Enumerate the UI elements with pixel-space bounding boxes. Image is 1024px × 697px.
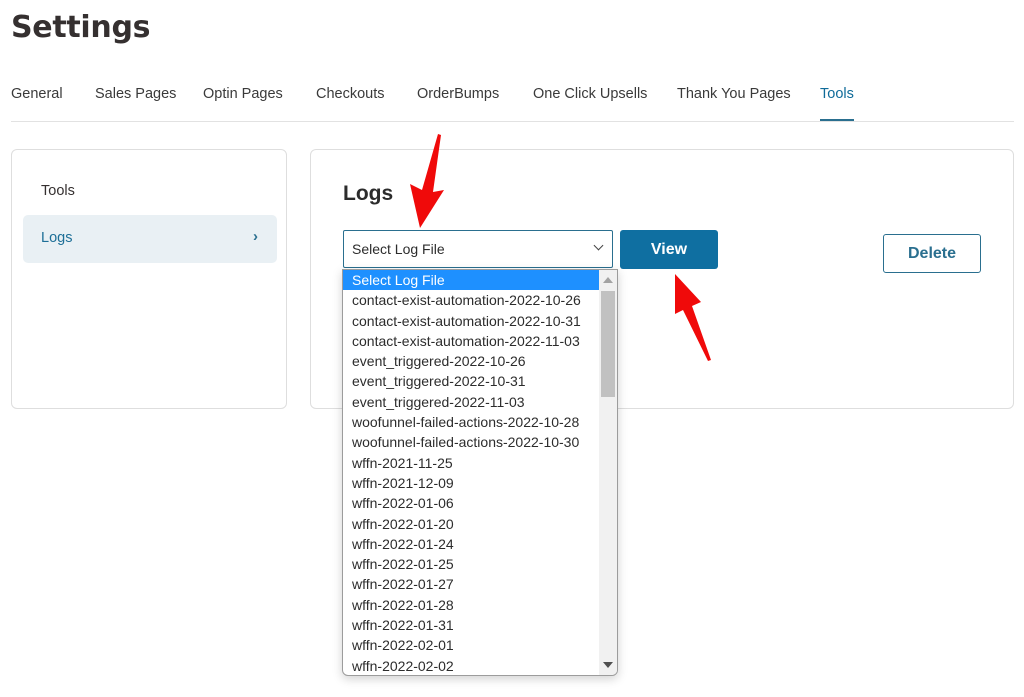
log-file-dropdown: Select Log File contact-exist-automation-… [342, 269, 618, 676]
log-file-options: Select Log File contact-exist-automation-… [343, 270, 599, 675]
sidebar-heading: Tools [41, 183, 75, 199]
log-file-option[interactable]: wffn-2022-01-31 [343, 615, 599, 635]
tab-orderbumps[interactable]: OrderBumps [417, 86, 499, 102]
log-file-option[interactable]: wffn-2022-01-27 [343, 574, 599, 594]
log-file-option[interactable]: wffn-2021-12-09 [343, 473, 599, 493]
scroll-up-arrow-icon[interactable] [603, 277, 613, 283]
log-file-option[interactable]: wffn-2022-01-06 [343, 493, 599, 513]
log-file-option[interactable]: Select Log File [343, 270, 599, 291]
log-file-option[interactable]: event_triggered-2022-10-31 [343, 371, 599, 391]
page-title: Settings [11, 10, 151, 45]
log-file-select-value: Select Log File [352, 241, 445, 257]
log-file-option[interactable]: wffn-2022-01-28 [343, 595, 599, 615]
log-file-option[interactable]: woofunnel-failed-actions-2022-10-28 [343, 412, 599, 432]
tab-general[interactable]: General [11, 86, 63, 102]
log-file-option[interactable]: wffn-2022-02-02 [343, 656, 599, 675]
settings-tabs: General Sales Pages Optin Pages Checkout… [11, 80, 1014, 122]
scroll-down-arrow-icon[interactable] [603, 662, 613, 668]
chevron-down-icon [593, 240, 604, 251]
log-file-option[interactable]: wffn-2022-01-24 [343, 534, 599, 554]
tab-optin-pages[interactable]: Optin Pages [203, 86, 283, 102]
log-file-option[interactable]: wffn-2022-01-25 [343, 554, 599, 574]
sidebar-item-logs[interactable]: Logs › [23, 215, 277, 263]
log-file-option[interactable]: wffn-2021-11-25 [343, 453, 599, 473]
log-file-option[interactable]: contact-exist-automation-2022-10-31 [343, 311, 599, 331]
sidebar-item-label: Logs [41, 230, 73, 246]
log-file-option[interactable]: contact-exist-automation-2022-10-26 [343, 290, 599, 310]
scrollbar-thumb[interactable] [601, 291, 615, 397]
dropdown-scrollbar[interactable] [599, 270, 617, 675]
tab-thank-you-pages[interactable]: Thank You Pages [677, 86, 791, 102]
tab-checkouts[interactable]: Checkouts [316, 86, 385, 102]
tab-tools[interactable]: Tools [820, 86, 854, 121]
view-button[interactable]: View [620, 230, 718, 269]
log-file-option[interactable]: woofunnel-failed-actions-2022-10-30 [343, 432, 599, 452]
delete-button[interactable]: Delete [883, 234, 981, 273]
tab-one-click-upsells[interactable]: One Click Upsells [533, 86, 647, 102]
log-file-option[interactable]: wffn-2022-01-20 [343, 514, 599, 534]
chevron-right-icon: › [253, 228, 258, 245]
log-file-option[interactable]: event_triggered-2022-11-03 [343, 392, 599, 412]
log-file-option[interactable]: event_triggered-2022-10-26 [343, 351, 599, 371]
logs-title: Logs [343, 182, 394, 205]
log-file-option[interactable]: contact-exist-automation-2022-11-03 [343, 331, 599, 351]
log-file-select[interactable]: Select Log File [343, 230, 613, 268]
tab-sales-pages[interactable]: Sales Pages [95, 86, 176, 102]
tools-sidebar: Tools Logs › [11, 149, 287, 409]
log-file-option[interactable]: wffn-2022-02-01 [343, 635, 599, 655]
